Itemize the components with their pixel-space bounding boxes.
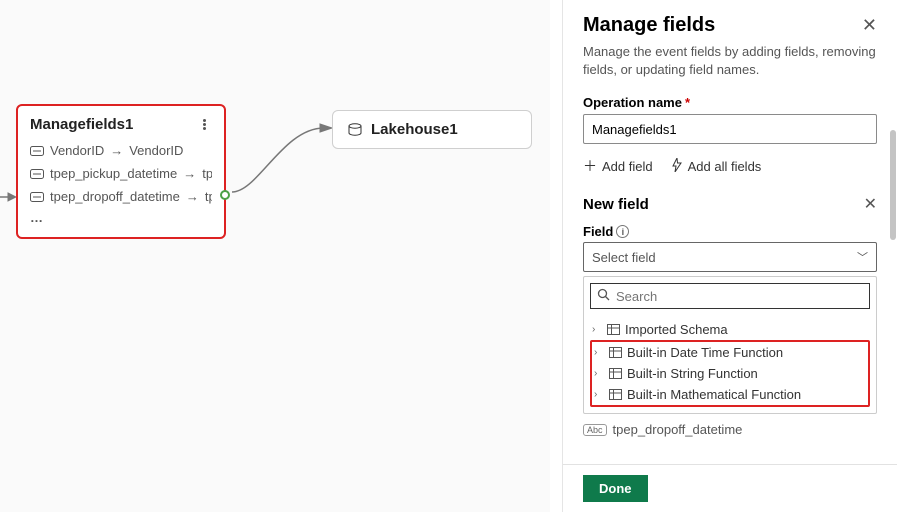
field-dropdown: › Imported Schema › Built-in Date Time F… xyxy=(583,276,877,414)
schema-icon xyxy=(607,324,620,335)
tree-item-datetime-fn[interactable]: › Built-in Date Time Function xyxy=(592,342,868,363)
more-fields-indicator[interactable]: … xyxy=(30,208,212,225)
arrow-right-icon: → xyxy=(110,143,123,158)
abc-type-icon: Abc xyxy=(583,424,607,436)
tree-item-math-fn[interactable]: › Built-in Mathematical Function xyxy=(592,384,868,405)
close-icon[interactable]: ✕ xyxy=(862,15,877,36)
remove-new-field-icon[interactable]: ✕ xyxy=(864,194,877,214)
chevron-right-icon: › xyxy=(592,324,602,335)
operation-name-label: Operation name xyxy=(583,95,682,110)
lakehouse-node[interactable]: Lakehouse1 xyxy=(332,110,532,149)
field-icon xyxy=(30,192,44,202)
plus-icon: ＋ xyxy=(583,156,597,176)
add-all-fields-button[interactable]: Add all fields xyxy=(671,156,762,176)
chevron-right-icon: › xyxy=(594,347,604,358)
done-button[interactable]: Done xyxy=(583,475,648,502)
panel-footer: Done xyxy=(563,464,897,512)
field-mapping-row: tpep_dropoff_datetime → tp xyxy=(30,185,212,208)
tree-item-imported-schema[interactable]: › Imported Schema xyxy=(590,319,870,340)
new-field-heading: New field xyxy=(583,196,649,213)
dropdown-search[interactable] xyxy=(590,283,870,309)
bolt-icon xyxy=(671,158,683,175)
field-mapping-row: VendorID → VendorID xyxy=(30,139,212,162)
chevron-right-icon: › xyxy=(594,368,604,379)
field-icon xyxy=(30,169,44,179)
node-menu-button[interactable] xyxy=(196,119,212,130)
manage-fields-panel: Manage fields ✕ Manage the event fields … xyxy=(562,0,897,512)
field-select-placeholder: Select field xyxy=(592,250,656,265)
database-icon xyxy=(347,122,363,138)
node-title: Managefields1 xyxy=(30,116,133,133)
chevron-right-icon: › xyxy=(594,389,604,400)
schema-icon xyxy=(609,347,622,358)
field-select[interactable]: Select field ﹀ xyxy=(583,242,877,272)
field-label: Field xyxy=(583,224,613,239)
dropdown-search-input[interactable] xyxy=(616,289,863,304)
node-title: Lakehouse1 xyxy=(371,121,458,138)
tree-item-string-fn[interactable]: › Built-in String Function xyxy=(592,363,868,384)
operation-name-input[interactable] xyxy=(583,114,877,144)
schema-icon xyxy=(609,368,622,379)
field-mapping-row: tpep_pickup_datetime → tpe xyxy=(30,162,212,185)
managefields-node[interactable]: Managefields1 VendorID → VendorID tpep_p… xyxy=(16,104,226,239)
schema-icon xyxy=(609,389,622,400)
arrow-right-icon: → xyxy=(186,189,199,204)
info-icon[interactable]: i xyxy=(616,225,629,238)
search-icon xyxy=(597,288,610,304)
scrollbar-thumb[interactable] xyxy=(890,130,896,240)
chevron-down-icon: ﹀ xyxy=(857,249,868,265)
existing-field-chip: Abc tpep_dropoff_datetime xyxy=(583,422,877,437)
field-icon xyxy=(30,146,44,156)
panel-subtitle: Manage the event fields by adding fields… xyxy=(583,43,877,79)
add-field-button[interactable]: ＋ Add field xyxy=(583,156,653,176)
arrow-right-icon: → xyxy=(183,166,196,181)
pipeline-canvas[interactable]: Managefields1 VendorID → VendorID tpep_p… xyxy=(0,0,550,512)
required-indicator: * xyxy=(685,95,690,110)
builtin-functions-highlight: › Built-in Date Time Function › Built-in… xyxy=(590,340,870,407)
panel-title: Manage fields xyxy=(583,14,715,37)
